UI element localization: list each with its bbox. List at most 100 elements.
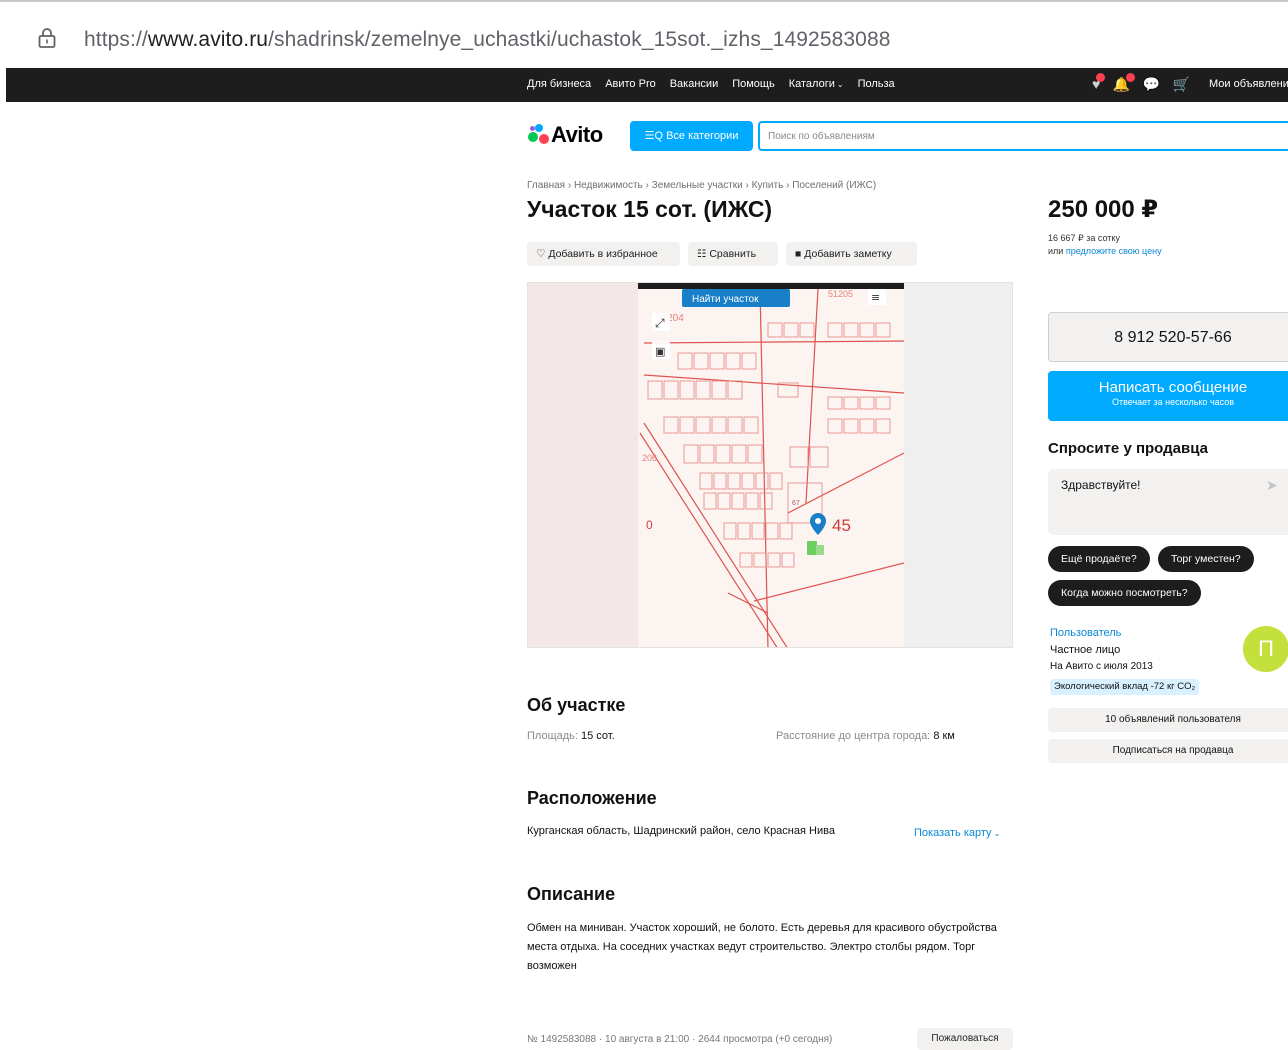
description-heading: Описание	[527, 884, 616, 904]
chevron-down-icon: ⌄	[991, 829, 1001, 838]
compare-icon: ☷	[697, 248, 710, 260]
map-label-67: 67	[792, 500, 800, 507]
notifications-bell-icon[interactable]: 🔔	[1113, 73, 1136, 93]
subscribe-seller-button[interactable]: Подписаться на продавца	[1048, 739, 1288, 763]
my-ads-label: Мои объявления	[1209, 78, 1288, 90]
send-icon[interactable]: ➤	[1266, 477, 1278, 494]
message-input[interactable]: Здравствуйте!	[1048, 469, 1288, 535]
favorites-badge-dot	[1096, 73, 1106, 82]
response-time-label: Отвечает за несколько часов	[1111, 397, 1235, 407]
heart-outline-icon: ♡	[536, 248, 549, 260]
write-message-button[interactable]: Написать сообщение Отвечает за несколько…	[1048, 371, 1288, 421]
messages-chat-icon[interactable]: 💬	[1143, 76, 1160, 93]
show-map-label: Показать карту	[914, 827, 992, 839]
browser-address-bar: https://www.avito.ru/shadrinsk/zemelnye_…	[0, 0, 1288, 68]
url-host: www.avito.ru	[147, 28, 269, 51]
nav-link-avito-pro[interactable]: Авито Pro	[605, 78, 656, 90]
ask-seller-heading: Спросите у продавца	[1048, 440, 1208, 457]
compare-button[interactable]: ☷ Сравнить	[688, 242, 778, 266]
show-phone-button[interactable]: 8 912 520-57-66	[1048, 312, 1288, 362]
svg-text:≡: ≡	[871, 291, 880, 304]
complain-button[interactable]: Пожаловаться	[917, 1028, 1013, 1050]
offer-prefix: или	[1048, 246, 1064, 256]
nav-link-catalogs[interactable]: Каталоги ⌄	[789, 78, 844, 90]
user-ads-button[interactable]: 10 объявлений пользователя	[1048, 708, 1288, 732]
breadcrumb-item[interactable]: Поселений (ИЖС)	[792, 180, 876, 191]
print-icon: ▣	[652, 341, 670, 359]
listing-photo[interactable]: Найти участок 51204 51205 45 0 206 67 ⤢ …	[527, 282, 1013, 648]
nav-link-benefit[interactable]: Польза	[858, 78, 895, 90]
find-parcel-label: Найти участок	[692, 294, 759, 305]
offer-price-link[interactable]: предложите свою цену	[1066, 246, 1162, 256]
location-heading: Расположение	[527, 788, 657, 808]
expand-icon: ⤢	[652, 313, 670, 331]
svg-text:⤢: ⤢	[654, 316, 665, 330]
my-ads-link[interactable]: Мои объявления⌄	[1209, 78, 1288, 90]
svg-text:▣: ▣	[655, 345, 665, 358]
seller-type: Частное лицо	[1050, 644, 1121, 656]
all-categories-label: Все категории	[666, 130, 739, 142]
map-label-206: 206	[642, 453, 657, 463]
avatar[interactable]: П	[1243, 626, 1288, 672]
show-map-link[interactable]: Показать карту ⌄	[914, 827, 1000, 839]
nav-link-business[interactable]: Для бизнеса	[527, 78, 591, 90]
add-to-favorites-button[interactable]: ♡ Добавить в избранное	[527, 242, 680, 266]
eco-contribution-badge: Экологический вклад -72 кг CO₂	[1050, 679, 1200, 695]
notifications-badge-dot	[1126, 73, 1136, 82]
breadcrumb-item[interactable]: Земельные участки	[652, 180, 743, 191]
add-note-button[interactable]: ■ Добавить заметку	[786, 242, 917, 266]
add-note-label: Добавить заметку	[804, 248, 892, 260]
url-prefix: https://	[84, 28, 148, 51]
address-text: Курганская область, Шадринский район, се…	[527, 825, 835, 837]
description-text: Обмен на миниван. Участок хороший, не бо…	[527, 922, 997, 972]
quick-question-chip[interactable]: Когда можно посмотреть?	[1048, 580, 1201, 606]
top-nav-icons: ♥ 🔔 💬 🛒	[1092, 73, 1198, 94]
price: 250 000 ₽	[1048, 196, 1159, 223]
area-label: Площадь:	[527, 730, 578, 742]
price-per-unit: 16 667 ₽ за сотку	[1048, 233, 1120, 243]
about-heading: Об участке	[527, 695, 626, 715]
breadcrumb-item[interactable]: Главная	[527, 180, 565, 191]
distance-value: 8 км	[933, 730, 955, 742]
all-categories-button[interactable]: ☰Q Все категории	[630, 121, 753, 151]
logo-dot-blue	[535, 124, 543, 132]
compare-label: Сравнить	[709, 248, 757, 260]
quick-question-chip[interactable]: Торг уместен?	[1158, 546, 1254, 572]
breadcrumb-item[interactable]: Купить	[752, 180, 784, 191]
url-field[interactable]: https://www.avito.ru/shadrinsk/zemelnye_…	[84, 28, 891, 52]
map-label-51205: 51205	[828, 289, 853, 299]
offer-price-line: или предложите свою цену	[1048, 245, 1162, 258]
logo-dot-green	[528, 132, 538, 142]
map-label-45: 45	[832, 516, 851, 535]
breadcrumb-item[interactable]: Недвижимость	[574, 180, 643, 191]
top-navigation: Для бизнеса Авито Pro Вакансии Помощь Катало…	[6, 68, 1288, 102]
search-input[interactable]: Поиск по объявлениям	[758, 121, 1288, 151]
favorites-heart-icon[interactable]: ♥	[1092, 73, 1106, 92]
area-param: Площадь: 15 сот.	[527, 730, 615, 742]
page-title: Участок 15 сот. (ИЖС)	[527, 196, 773, 222]
breadcrumb: Главная › Недвижимость › Земельные участ…	[527, 180, 877, 191]
avito-logo-dots-icon	[527, 124, 549, 146]
map-label-0: 0	[646, 518, 653, 532]
seller-since: На Авито с июля 2013	[1050, 661, 1153, 672]
nav-link-catalogs-label: Каталоги	[788, 78, 835, 90]
cart-icon[interactable]: 🛒	[1173, 76, 1190, 93]
chevron-down-icon: ⌄	[836, 80, 844, 89]
logo-dot-red	[539, 134, 549, 144]
distance-param: Расстояние до центра города: 8 км	[776, 730, 955, 742]
area-value: 15 сот.	[581, 730, 615, 742]
seller-name-link[interactable]: Пользователь	[1050, 627, 1121, 639]
note-icon: ■	[795, 248, 805, 260]
logo-text: Avito	[551, 122, 603, 147]
logo-dot-purple	[530, 126, 535, 131]
nav-link-help[interactable]: Помощь	[732, 78, 775, 90]
nav-link-vacancies[interactable]: Вакансии	[670, 78, 719, 90]
price-details: 16 667 ₽ за сотку или предложите свою це…	[1048, 232, 1162, 258]
distance-label: Расстояние до центра города:	[776, 730, 931, 742]
quick-question-chip[interactable]: Ещё продаёте?	[1048, 546, 1150, 572]
categories-search-icon: ☰Q	[644, 130, 667, 142]
lock-icon	[38, 28, 56, 48]
write-message-label: Написать сообщение	[1098, 379, 1248, 396]
menu-icon: ≡	[868, 289, 886, 305]
url-path: /shadrinsk/zemelnye_uchastki/uchastok_15…	[268, 28, 891, 51]
